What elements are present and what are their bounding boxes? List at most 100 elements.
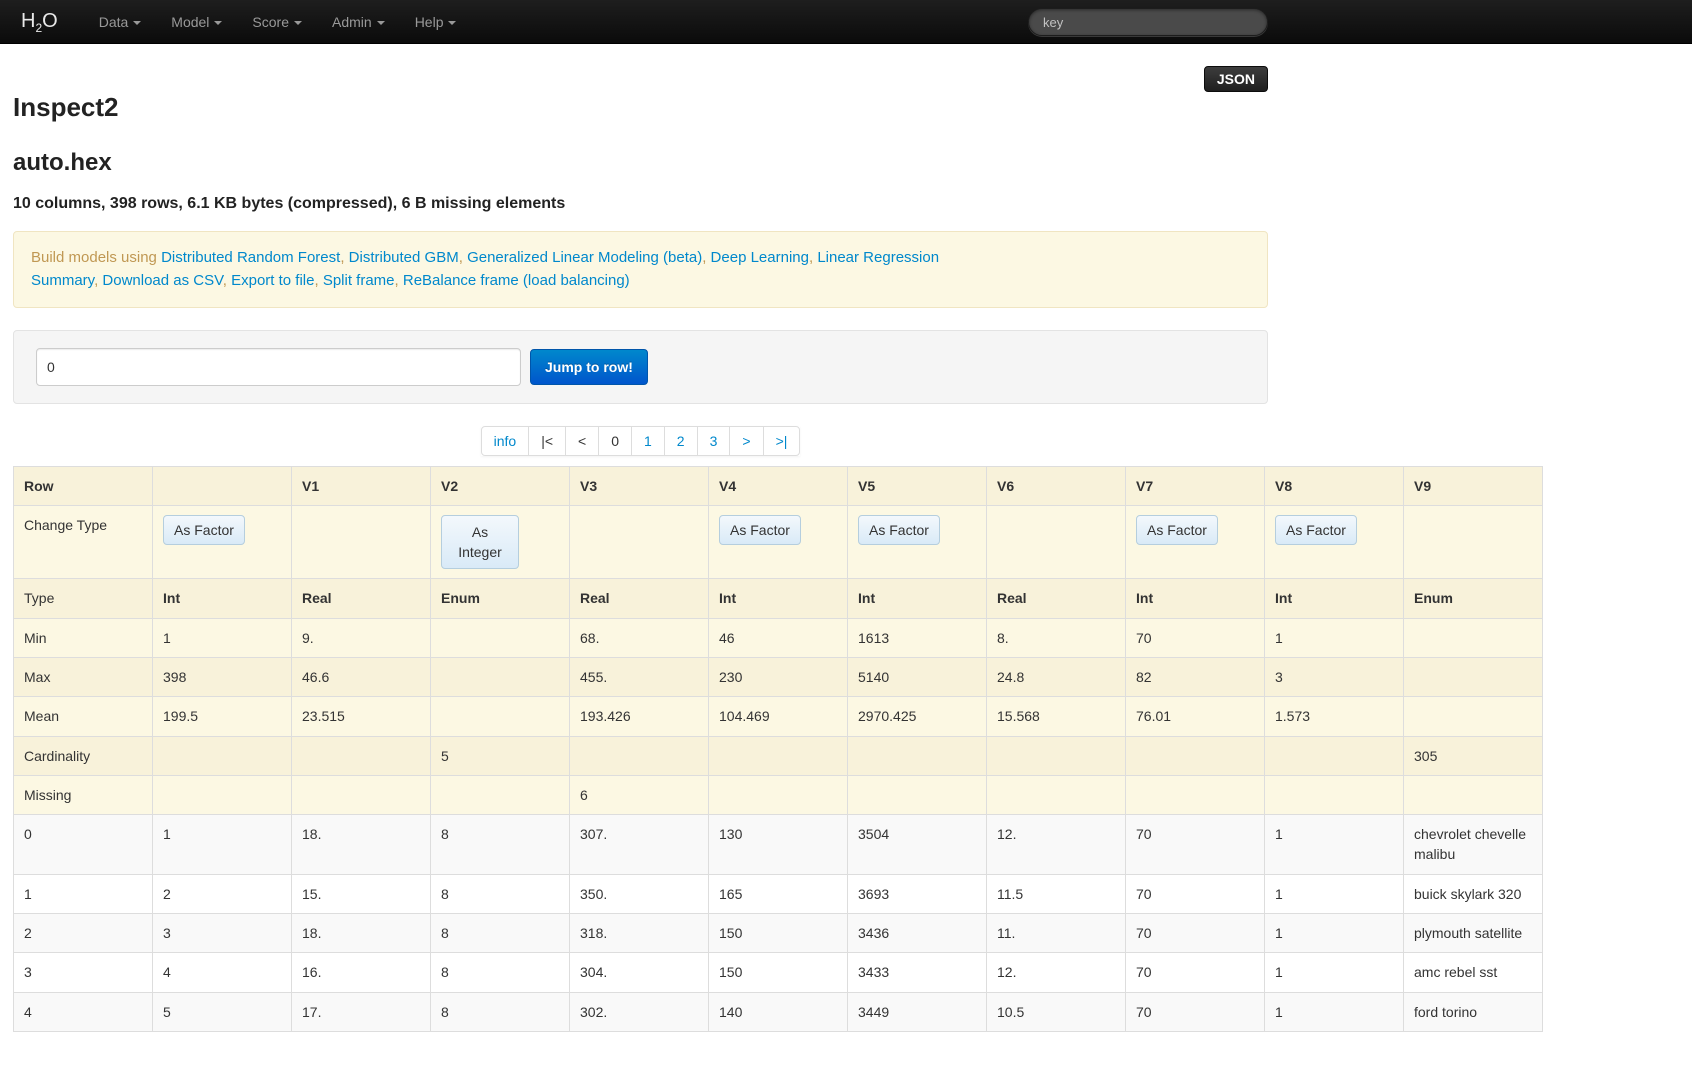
page-container: JSON Inspect2 auto.hex 10 columns, 398 r… bbox=[13, 44, 1268, 456]
pagination-item: >| bbox=[762, 425, 801, 456]
change-type-cell bbox=[1403, 504, 1543, 580]
data-cell: 318. bbox=[569, 913, 709, 954]
model-link[interactable]: Linear Regression bbox=[817, 249, 939, 266]
data-cell: 12. bbox=[986, 814, 1126, 875]
stat-cell bbox=[847, 774, 987, 816]
pagination-last[interactable]: >| bbox=[762, 425, 801, 456]
model-link[interactable]: Distributed Random Forest bbox=[161, 249, 340, 266]
data-cell: plymouth satellite bbox=[1403, 913, 1543, 954]
stat-cell bbox=[430, 774, 570, 816]
as-factor-button[interactable]: As Factor bbox=[1136, 514, 1218, 545]
data-cell: 70 bbox=[1125, 873, 1265, 915]
h2o-logo[interactable]: H2O bbox=[13, 10, 66, 35]
row-number-input[interactable] bbox=[36, 347, 521, 386]
frame-action-link[interactable]: ReBalance frame (load balancing) bbox=[403, 272, 630, 289]
model-links-line: Build models using Distributed Random Fo… bbox=[31, 246, 1250, 269]
pagination-item: 1 bbox=[630, 425, 665, 456]
data-cell: 150 bbox=[708, 952, 848, 993]
pagination-page-3[interactable]: 3 bbox=[696, 425, 731, 456]
page-title: Inspect2 bbox=[13, 92, 119, 122]
pagination-info[interactable]: info bbox=[480, 425, 530, 456]
pagination-page-0[interactable]: 0 bbox=[598, 425, 632, 456]
key-search-input[interactable] bbox=[1028, 8, 1268, 36]
stat-cell: Int bbox=[847, 578, 987, 619]
frame-table-wrap: Row V1 V2 V3 V4 V5 V6 V7 V8 V9 Change Type As Facto… bbox=[13, 465, 1692, 1032]
frame-action-link[interactable]: Export to file bbox=[231, 272, 314, 289]
data-cell: amc rebel sst bbox=[1403, 952, 1543, 993]
data-cell: 1 bbox=[1264, 952, 1404, 993]
data-cell: 3693 bbox=[847, 873, 987, 915]
menu-model[interactable]: Model bbox=[156, 2, 237, 42]
pagination-first: |< bbox=[528, 425, 566, 456]
pagination-page-2[interactable]: 2 bbox=[663, 425, 698, 456]
pagination-item: < bbox=[565, 425, 600, 456]
as-factor-button[interactable]: As Factor bbox=[858, 514, 940, 545]
col-header-v3: V3 bbox=[569, 465, 709, 506]
jump-to-row-button[interactable]: Jump to row! bbox=[530, 348, 648, 385]
row-label-mean: Mean bbox=[13, 696, 153, 737]
stat-cell: 46.6 bbox=[291, 656, 431, 698]
data-cell: 140 bbox=[708, 991, 848, 1032]
row-index: 1 bbox=[13, 873, 153, 915]
link-separator: , bbox=[340, 249, 349, 266]
json-button[interactable]: JSON bbox=[1203, 66, 1268, 92]
data-row-1: 1 2 15. 8 350. 165 3693 11.5 70 1 buick skylark 32… bbox=[13, 873, 1543, 915]
stat-cell: 455. bbox=[569, 656, 709, 698]
as-integer-button[interactable]: As Integer bbox=[441, 514, 519, 570]
stat-cell: 305 bbox=[1403, 735, 1543, 776]
data-cell: 11. bbox=[986, 913, 1126, 954]
menu-admin[interactable]: Admin bbox=[317, 2, 400, 42]
as-factor-button[interactable]: As Factor bbox=[1275, 514, 1357, 545]
col-header-v4: V4 bbox=[708, 465, 848, 506]
as-factor-button[interactable]: As Factor bbox=[719, 514, 801, 545]
stat-cell bbox=[1403, 656, 1543, 698]
stat-cell: Int bbox=[1264, 578, 1404, 619]
build-models-alert: Build models using Distributed Random Fo… bbox=[13, 231, 1268, 308]
change-type-cell: As Integer bbox=[430, 504, 570, 580]
frame-action-link[interactable]: Download as CSV bbox=[102, 272, 222, 289]
pagination-next[interactable]: > bbox=[729, 425, 764, 456]
stat-cell: 68. bbox=[569, 617, 709, 658]
data-cell: 10.5 bbox=[986, 991, 1126, 1032]
pagination-item: |< bbox=[528, 425, 566, 456]
alert-prefix: Build models using bbox=[31, 249, 162, 266]
frame-action-link[interactable]: Split frame bbox=[323, 272, 395, 289]
pagination-prev: < bbox=[565, 425, 600, 456]
data-cell: 3433 bbox=[847, 952, 987, 993]
menu-help[interactable]: Help bbox=[400, 2, 472, 42]
menu-score[interactable]: Score bbox=[237, 2, 317, 42]
col-header-v9: V9 bbox=[1403, 465, 1543, 506]
data-cell: 12. bbox=[986, 952, 1126, 993]
frame-action-link[interactable]: Summary bbox=[31, 272, 94, 289]
stats-row-type: Type Int Real Enum Real Int Int Real Int Int Enum bbox=[13, 578, 1543, 619]
data-cell: 150 bbox=[708, 913, 848, 954]
chevron-down-icon bbox=[376, 21, 385, 26]
stat-cell: Real bbox=[569, 578, 709, 619]
model-link[interactable]: Deep Learning bbox=[711, 249, 809, 266]
as-factor-button[interactable]: As Factor bbox=[163, 514, 245, 545]
stat-cell: 104.469 bbox=[708, 696, 848, 737]
main-menu: Data Model Score Admin Help bbox=[84, 2, 472, 42]
pagination-item: > bbox=[729, 425, 764, 456]
menu-data-label: Data bbox=[98, 14, 129, 30]
data-cell: 302. bbox=[569, 991, 709, 1032]
jump-to-row-well: Jump to row! bbox=[13, 329, 1268, 404]
change-type-cell: As Factor bbox=[1264, 504, 1404, 580]
data-cell: 16. bbox=[291, 952, 431, 993]
menu-data[interactable]: Data bbox=[84, 2, 157, 42]
stat-cell: 70 bbox=[1125, 617, 1265, 658]
stat-cell: 193.426 bbox=[569, 696, 709, 737]
action-links-line: Summary, Download as CSV, Export to file… bbox=[31, 269, 1250, 292]
stat-cell: 15.568 bbox=[986, 696, 1126, 737]
data-row-2: 2 3 18. 8 318. 150 3436 11. 70 1 plymouth satellit… bbox=[13, 913, 1543, 954]
data-cell: 304. bbox=[569, 952, 709, 993]
stats-row-min: Min 1 9. 68. 46 1613 8. 70 1 bbox=[13, 617, 1543, 658]
model-link[interactable]: Generalized Linear Modeling (beta) bbox=[467, 249, 702, 266]
row-label-type: Type bbox=[13, 578, 153, 619]
data-cell: 11.5 bbox=[986, 873, 1126, 915]
stat-cell: 82 bbox=[1125, 656, 1265, 698]
pagination-page-1[interactable]: 1 bbox=[630, 425, 665, 456]
stat-cell bbox=[1264, 735, 1404, 776]
stat-cell: 6 bbox=[569, 774, 709, 816]
model-link[interactable]: Distributed GBM bbox=[349, 249, 459, 266]
